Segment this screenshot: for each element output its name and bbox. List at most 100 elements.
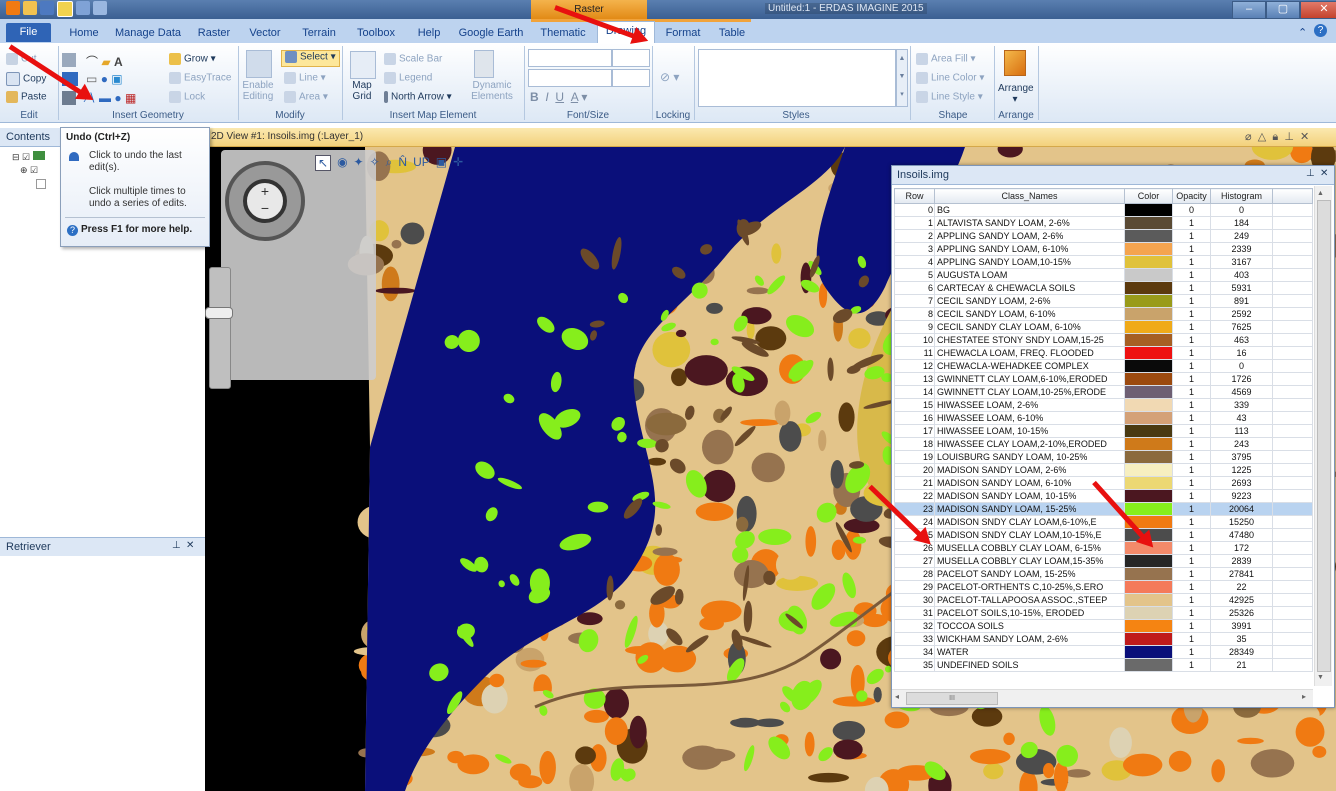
histogram-cell[interactable]: 43 [1210,411,1273,425]
class-name-cell[interactable]: PACELOT-TALLAPOOSA ASSOC.,STEEP [934,593,1125,607]
color-cell[interactable] [1124,268,1173,282]
copy-button[interactable]: Copy [6,72,46,86]
color-cell[interactable] [1124,320,1173,334]
retriever-pin-icon[interactable]: ⊥ [172,540,181,551]
opacity-cell[interactable]: 1 [1172,450,1211,464]
row-number-cell[interactable]: 16 [894,411,935,425]
table-row[interactable]: 24 MADISON SNDY CLAY LOAM,6-10%,E 1 15250 [894,515,1313,529]
inquire-icon[interactable]: ◉ [337,155,347,171]
opacity-cell[interactable]: 1 [1172,658,1211,672]
enable-editing-button[interactable]: Enable Editing [240,80,276,102]
class-name-cell[interactable]: GWINNETT CLAY LOAM,6-10%,ERODED [934,372,1125,386]
row-number-cell[interactable]: 31 [894,606,935,620]
attribute-table[interactable]: Row Class_Names Color Opacity Histogram … [894,188,1313,672]
color-cell[interactable] [1124,294,1173,308]
italic-button[interactable]: I [545,90,548,104]
table-row[interactable]: 35 UNDEFINED SOILS 1 21 [894,658,1313,672]
app-icon[interactable] [6,1,20,15]
table-row[interactable]: 33 WICKHAM SANDY LOAM, 2-6% 1 35 [894,632,1313,646]
histogram-cell[interactable]: 2339 [1210,242,1273,256]
color-cell[interactable] [1124,242,1173,256]
row-number-cell[interactable]: 0 [894,203,935,217]
zoom-dial[interactable]: + − [243,179,287,223]
font-extra-combo[interactable] [612,69,650,87]
color-cell[interactable] [1124,203,1173,217]
color-cell[interactable] [1124,255,1173,269]
histogram-cell[interactable]: 22 [1210,580,1273,594]
class-name-cell[interactable]: WATER [934,645,1125,659]
class-name-cell[interactable]: CECIL SANDY LOAM, 6-10% [934,307,1125,321]
scroll-right-icon[interactable]: ▸ [1302,692,1306,701]
color-cell[interactable] [1124,580,1173,594]
class-name-cell[interactable]: HIWASSEE CLAY LOAM,2-10%,ERODED [934,437,1125,451]
select-button[interactable]: Select ▾ [281,50,340,67]
tab-terrain[interactable]: Terrain [295,24,343,42]
histogram-cell[interactable]: 249 [1210,229,1273,243]
histogram-cell[interactable]: 3795 [1210,450,1273,464]
row-number-cell[interactable]: 15 [894,398,935,412]
opacity-cell[interactable]: 1 [1172,580,1211,594]
attribute-pin-icon[interactable]: ⊥ [1306,168,1315,179]
color-cell[interactable] [1124,632,1173,646]
histogram-cell[interactable]: 20064 [1210,502,1273,516]
row-number-cell[interactable]: 14 [894,385,935,399]
color-cell[interactable] [1124,476,1173,490]
table-row[interactable]: 30 PACELOT-TALLAPOOSA ASSOC.,STEEP 1 42925 [894,593,1313,607]
row-number-cell[interactable]: 22 [894,489,935,503]
class-name-cell[interactable]: ALTAVISTA SANDY LOAM, 2-6% [934,216,1125,230]
row-number-cell[interactable]: 17 [894,424,935,438]
row-number-cell[interactable]: 11 [894,346,935,360]
row-number-cell[interactable]: 21 [894,476,935,490]
histogram-cell[interactable]: 4569 [1210,385,1273,399]
class-name-cell[interactable]: CHEWACLA LOAM, FREQ. FLOODED [934,346,1125,360]
tree-node-view[interactable]: ⊟ ☑ [12,151,45,163]
table-row[interactable]: 0 BG 0 0 [894,203,1313,217]
histogram-cell[interactable]: 7625 [1210,320,1273,334]
tab-table[interactable]: Table [712,24,752,42]
scroll-down-icon[interactable]: ▼ [1317,674,1324,681]
opacity-cell[interactable]: 1 [1172,385,1211,399]
color-cell[interactable] [1124,606,1173,620]
table-row[interactable]: 12 CHEWACLA-WEHADKEE COMPLEX 1 0 [894,359,1313,373]
retriever-close-icon[interactable]: ✕ [186,540,194,551]
tab-manage-data[interactable]: Manage Data [113,24,183,42]
pointer-tool-icon[interactable] [62,53,76,67]
tab-format[interactable]: Format [661,24,705,42]
table-row[interactable]: 3 APPLING SANDY LOAM, 6-10% 1 2339 [894,242,1313,256]
class-name-cell[interactable]: MADISON SNDY CLAY LOAM,6-10%,E [934,515,1125,529]
ribbon-minimize-icon[interactable]: ⌃ [1298,26,1307,39]
color-cell[interactable] [1124,463,1173,477]
color-cell[interactable] [1124,229,1173,243]
rectangle-tool-icon[interactable]: ▭ [86,72,97,86]
histogram-cell[interactable]: 184 [1210,216,1273,230]
opacity-cell[interactable]: 1 [1172,411,1211,425]
ellipse-tool-icon[interactable]: ● [101,72,108,86]
tab-vector[interactable]: Vector [243,24,287,42]
opacity-cell[interactable]: 1 [1172,489,1211,503]
table-row[interactable]: 19 LOUISBURG SANDY LOAM, 10-25% 1 3795 [894,450,1313,464]
histogram-cell[interactable]: 172 [1210,541,1273,555]
row-number-cell[interactable]: 5 [894,268,935,282]
column-header-color[interactable]: Color [1124,188,1173,204]
opacity-cell[interactable]: 1 [1172,632,1211,646]
histogram-cell[interactable]: 113 [1210,424,1273,438]
opacity-cell[interactable]: 1 [1172,242,1211,256]
crosshair-icon[interactable]: ✛ [453,155,463,171]
color-cell[interactable] [1124,372,1173,386]
line-style-button[interactable]: Line Style ▾ [916,91,983,103]
row-number-cell[interactable]: 33 [894,632,935,646]
row-number-cell[interactable]: 27 [894,554,935,568]
table-row[interactable]: 4 APPLING SANDY LOAM,10-15% 1 3167 [894,255,1313,269]
row-number-cell[interactable]: 20 [894,463,935,477]
color-cell[interactable] [1124,489,1173,503]
polyline-icon[interactable]: ⌒ [86,55,98,69]
histogram-cell[interactable]: 9223 [1210,489,1273,503]
class-name-cell[interactable]: TOCCOA SOILS [934,619,1125,633]
grow-button[interactable]: Grow ▾ [169,53,216,65]
opacity-cell[interactable]: 1 [1172,515,1211,529]
area-fill-button[interactable]: Area Fill ▾ [916,53,976,65]
histogram-cell[interactable]: 463 [1210,333,1273,347]
tab-raster[interactable]: Raster [192,24,236,42]
close-button[interactable]: ✕ [1300,1,1336,19]
table-row[interactable]: 18 HIWASSEE CLAY LOAM,2-10%,ERODED 1 243 [894,437,1313,451]
